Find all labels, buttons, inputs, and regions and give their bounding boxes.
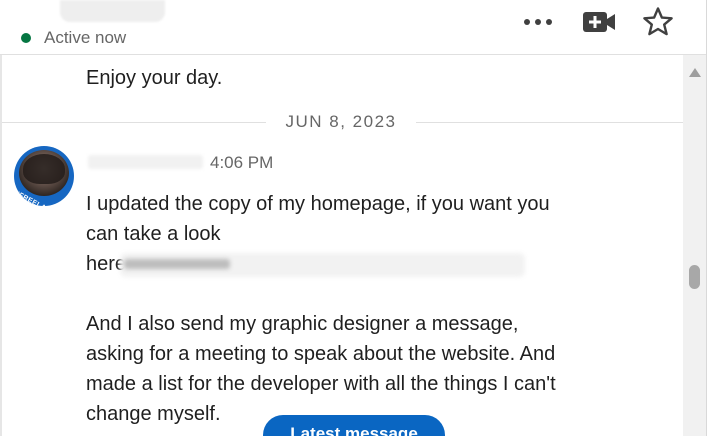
redacted-link-text [124,259,230,269]
message-body: I updated the copy of my homepage, if yo… [86,189,606,429]
more-options-button[interactable] [518,8,558,36]
active-status-dot [21,33,31,43]
contact-name-redacted [60,0,165,22]
star-icon [643,7,673,36]
message-list: Enjoy your day. JUN 8, 2023 #FREELANCE 4… [2,55,683,436]
video-call-icon [583,12,615,32]
right-border [706,0,707,436]
date-divider: JUN 8, 2023 [285,112,397,131]
message-line: can take a look [86,223,221,245]
previous-message-text: Enjoy your day. [86,67,223,89]
conversation-window: Active now Enjoy your day. JUN 8, 2023 #… [0,0,721,436]
sender-name-redacted [88,155,203,169]
scroll-up-arrow-icon[interactable] [689,68,701,77]
message-line: asking for a meeting to speak about the … [86,343,556,365]
message-line: And I also send my graphic designer a me… [86,313,519,335]
star-conversation-button[interactable] [638,4,678,40]
active-status-text: Active now [44,28,127,47]
sender-avatar[interactable]: #FREELANCE [14,146,74,206]
message-line: made a list for the developer with all t… [86,373,556,395]
more-icon [524,19,552,25]
video-call-button[interactable] [579,6,619,38]
message-time: 4:06 PM [210,153,274,172]
message-line: I updated the copy of my homepage, if yo… [86,193,550,215]
latest-message-button[interactable]: Latest message [263,415,445,436]
avatar-photo-hair [23,154,65,184]
conversation-header: Active now [0,0,706,55]
message-link-line: here [86,249,606,279]
date-divider-line-right [416,122,683,123]
message-scrollbar[interactable] [683,55,706,436]
date-divider-line-left [2,122,266,123]
scrollbar-thumb[interactable] [689,265,700,289]
